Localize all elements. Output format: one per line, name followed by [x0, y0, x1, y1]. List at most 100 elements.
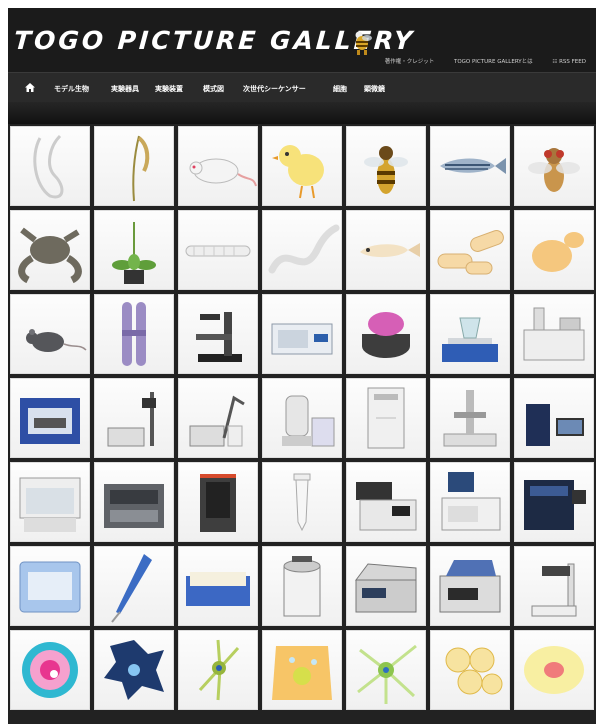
- centrifuge-icon: [362, 312, 410, 358]
- gallery-tile[interactable]: [94, 210, 174, 290]
- next-gen-sequencer-icon: [524, 480, 586, 530]
- gallery-tile[interactable]: [178, 294, 258, 374]
- freezer-icon: [367, 387, 405, 449]
- gallery-tile[interactable]: [94, 126, 174, 206]
- homogenizer-icon: [107, 392, 156, 447]
- analyzer-icon: [356, 482, 417, 531]
- nav-shadow-bar: [8, 102, 596, 124]
- zebrafish-icon: [440, 158, 506, 174]
- gallery-tile[interactable]: [514, 294, 594, 374]
- nav-cells[interactable]: 細胞: [333, 84, 347, 94]
- rat-icon: [189, 158, 257, 187]
- gallery-tile[interactable]: [514, 546, 594, 626]
- chromosome-icon: [122, 302, 146, 366]
- cell-irregular-icon: [104, 640, 164, 700]
- gallery-tile[interactable]: [262, 126, 342, 206]
- fermenter-icon: [282, 395, 335, 447]
- credit-link[interactable]: 著作権・クレジット: [385, 59, 435, 65]
- main-nav: モデル生物 実験器具 実験装置 模式図 次世代シーケンサー 細胞 顕微鏡: [8, 72, 596, 103]
- home-icon[interactable]: [25, 83, 35, 92]
- rss-feed-link[interactable]: ☷ RSS FEED: [552, 59, 586, 65]
- gallery-tile[interactable]: [346, 378, 426, 458]
- gallery-tile[interactable]: [10, 378, 90, 458]
- printer-cycler-icon: [439, 560, 501, 613]
- gallery-tile[interactable]: [514, 210, 594, 290]
- gallery-tile[interactable]: [94, 462, 174, 542]
- gallery-tile[interactable]: [430, 126, 510, 206]
- page: TOGO PICTURE GALLERY 著作権・クレジット TOGO PICT…: [0, 0, 601, 724]
- gallery-tile[interactable]: [346, 126, 426, 206]
- nav-microscopes[interactable]: 顕微鏡: [364, 84, 385, 94]
- nerve-cell-icon: [198, 639, 240, 701]
- gallery-tile[interactable]: [178, 546, 258, 626]
- gallery-tile[interactable]: [346, 210, 426, 290]
- stirrer-hotplate-icon: [442, 317, 498, 362]
- gallery-tile[interactable]: [262, 210, 342, 290]
- gallery-tile[interactable]: [10, 126, 90, 206]
- neuron-icon: [357, 644, 417, 704]
- chick-icon: [272, 145, 324, 199]
- gallery-tile[interactable]: [178, 210, 258, 290]
- site-header: TOGO PICTURE GALLERY 著作権・クレジット TOGO PICT…: [8, 8, 596, 72]
- gallery-tile[interactable]: [178, 630, 258, 710]
- ph-meter-icon: [189, 395, 245, 447]
- sequencer-computer-icon: [526, 404, 584, 446]
- well-plate-icon: [186, 572, 250, 606]
- thermal-cycler-icon: [355, 563, 417, 613]
- gallery-tile[interactable]: [430, 630, 510, 710]
- autoclave-icon: [283, 556, 321, 617]
- gallery-tile[interactable]: [262, 462, 342, 542]
- gallery-tile[interactable]: [178, 378, 258, 458]
- stereo-microscope-icon: [531, 563, 577, 617]
- bee-logo-icon: [355, 31, 372, 55]
- nav-next-gen-sequencer[interactable]: 次世代シーケンサー: [243, 84, 306, 94]
- gallery-tile[interactable]: [178, 462, 258, 542]
- gallery-tile[interactable]: [514, 126, 594, 206]
- gallery-tile[interactable]: [262, 378, 342, 458]
- gallery-grid: [8, 124, 596, 724]
- gallery-tile[interactable]: [94, 294, 174, 374]
- nav-lab-equipment[interactable]: 実験装置: [155, 84, 183, 94]
- gallery-tile[interactable]: [262, 546, 342, 626]
- nav-model-organisms[interactable]: モデル生物: [54, 84, 89, 94]
- gallery-tile[interactable]: [514, 462, 594, 542]
- blue-instrument-icon: [20, 398, 80, 444]
- micro-tube-icon: [293, 473, 311, 532]
- gallery-tile[interactable]: [346, 546, 426, 626]
- medaka-fish-icon: [360, 243, 420, 258]
- gallery-tile[interactable]: [262, 630, 342, 710]
- gallery-tile[interactable]: [514, 378, 594, 458]
- cell-oval-icon: [524, 646, 584, 694]
- nav-lab-tools[interactable]: 実験器具: [111, 84, 139, 94]
- gallery-tile[interactable]: [10, 210, 90, 290]
- gallery-tile[interactable]: [94, 378, 174, 458]
- header-links: 著作権・クレジット TOGO PICTURE GALLERYとは ☷ RSS F…: [367, 57, 586, 65]
- nematode-icon: [268, 224, 340, 274]
- gallery-tile[interactable]: [514, 630, 594, 710]
- gallery-tile[interactable]: [430, 210, 510, 290]
- about-link[interactable]: TOGO PICTURE GALLERYとは: [454, 59, 533, 65]
- gallery-tile[interactable]: [430, 378, 510, 458]
- gallery-tile[interactable]: [10, 462, 90, 542]
- gallery-tile[interactable]: [178, 126, 258, 206]
- gallery-tile[interactable]: [10, 294, 90, 374]
- gallery-tile[interactable]: [346, 462, 426, 542]
- cell-round-icon: [22, 642, 78, 698]
- larva-icon: [185, 245, 251, 257]
- dark-sequencer-icon: [200, 474, 236, 532]
- gallery-tile[interactable]: [430, 462, 510, 542]
- frog-icon: [18, 227, 82, 284]
- gallery-tile[interactable]: [94, 546, 174, 626]
- gallery-tile[interactable]: [430, 546, 510, 626]
- gallery-tile[interactable]: [346, 294, 426, 374]
- gallery-tile[interactable]: [10, 546, 90, 626]
- gallery-tile[interactable]: [262, 294, 342, 374]
- gallery-tile[interactable]: [10, 630, 90, 710]
- gallery-tile[interactable]: [346, 630, 426, 710]
- arabidopsis-icon: [112, 222, 156, 284]
- nav-diagrams[interactable]: 模式図: [203, 84, 224, 94]
- gallery-tile[interactable]: [430, 294, 510, 374]
- pipette-icon: [111, 554, 152, 623]
- gallery-tile[interactable]: [94, 630, 174, 710]
- fruit-fly-icon: [528, 148, 580, 192]
